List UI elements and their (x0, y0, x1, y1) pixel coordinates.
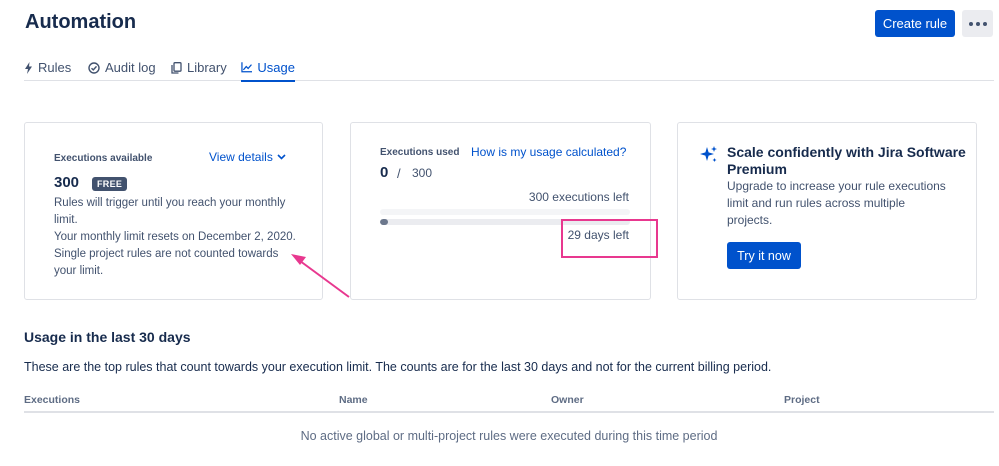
column-header-owner[interactable]: Owner (551, 394, 584, 406)
period-track (380, 209, 630, 215)
dot-icon (968, 21, 973, 26)
tab-label: Usage (257, 60, 295, 75)
tab-label: Library (187, 60, 227, 75)
tab-rules[interactable]: Rules (24, 60, 71, 82)
executions-available-card: Executions available View details 300 FR… (24, 122, 323, 300)
executions-total: 300 (412, 166, 433, 180)
view-details-label: View details (209, 150, 273, 164)
executions-available-label: Executions available (54, 153, 153, 164)
tab-library[interactable]: Library (171, 60, 227, 82)
dot-icon (975, 21, 980, 26)
reset-date-text: Your monthly limit resets on December 2,… (54, 231, 296, 243)
dot-icon (982, 21, 987, 26)
single-project-note-2: your limit. (54, 265, 104, 277)
premium-line-3: projects. (727, 213, 773, 227)
empty-table-message: No active global or multi-project rules … (300, 429, 718, 443)
premium-title: Scale confidently with Jira Software Pre… (727, 144, 966, 177)
chart-icon (241, 62, 253, 73)
executions-used-label: Executions used (380, 147, 460, 158)
limit-line-1: Rules will trigger until you reach your … (54, 197, 286, 209)
single-project-note-1: Single project rules are not counted tow… (54, 248, 279, 260)
sparkle-icon (700, 146, 717, 162)
executions-used-count: 0 (380, 164, 389, 181)
more-options-button[interactable] (962, 10, 993, 37)
column-header-executions[interactable]: Executions (24, 394, 80, 406)
executions-used-card: Executions used How is my usage calculat… (350, 122, 651, 300)
bolt-icon (25, 62, 32, 74)
tab-label: Audit log (105, 60, 156, 75)
tab-label: Rules (38, 60, 72, 75)
usage-section-title: Usage in the last 30 days (24, 329, 191, 345)
column-header-project[interactable]: Project (784, 394, 820, 406)
copy-icon (171, 62, 182, 74)
tab-audit-log[interactable]: Audit log (88, 60, 156, 82)
executions-available-count: 300 (54, 174, 80, 191)
create-rule-button[interactable]: Create rule (875, 10, 955, 37)
plan-badge: FREE (92, 177, 128, 191)
tab-usage[interactable]: Usage (241, 60, 295, 82)
page-title: Automation (25, 11, 137, 33)
view-details-link[interactable]: View details (209, 150, 286, 164)
usage-calculation-link[interactable]: How is my usage calculated? (471, 145, 626, 159)
check-circle-icon (88, 62, 100, 74)
usage-progress-fill (380, 219, 388, 225)
usage-table-header: Executions Name Owner Project (24, 394, 994, 413)
chevron-down-icon (277, 154, 286, 160)
premium-line-1: Upgrade to increase your rule executions (727, 179, 946, 193)
executions-left-text: 300 executions left (528, 190, 629, 204)
limit-line-2: limit. (54, 214, 78, 226)
column-header-name[interactable]: Name (339, 394, 368, 406)
usage-section-description: These are the top rules that count towar… (24, 360, 772, 374)
usage-separator: / (397, 166, 401, 181)
annotation-highlight-box (561, 219, 658, 258)
tab-bar: Rules Audit log Library Usage (24, 58, 994, 82)
premium-line-2: limit and run rules across multiple (727, 196, 906, 210)
try-it-now-button[interactable]: Try it now (727, 242, 801, 269)
